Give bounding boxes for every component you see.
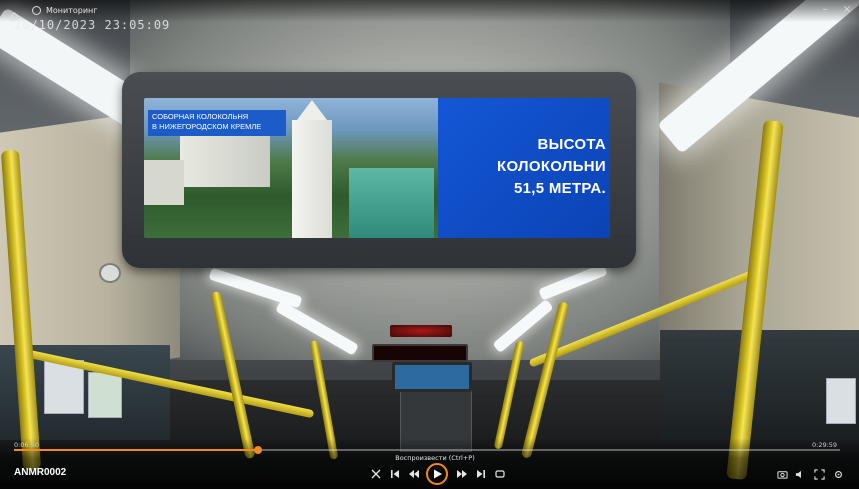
ad-banner-line: Соборная колокольня xyxy=(152,112,249,121)
photo-building xyxy=(144,160,184,205)
window-title: Мониторинг xyxy=(46,6,98,15)
seek-bar[interactable] xyxy=(14,446,840,454)
photo-roof xyxy=(349,168,434,238)
play-button[interactable] xyxy=(426,463,448,485)
security-camera-icon xyxy=(99,263,121,283)
rewind-icon[interactable] xyxy=(407,467,421,481)
ad-banner: Соборная колокольня в Нижегородском крем… xyxy=(148,110,286,136)
photo-building xyxy=(180,132,270,187)
home-icon[interactable] xyxy=(10,6,19,21)
fullscreen-icon[interactable] xyxy=(813,468,825,480)
total-time: 0:29:59 xyxy=(812,441,838,449)
forward-icon[interactable] xyxy=(455,467,469,481)
ad-photo: Соборная колокольня в Нижегородском крем… xyxy=(144,98,438,238)
ad-text: ВЫСОТА КОЛОКОЛЬНИ 51,5 МЕТРА. xyxy=(497,134,606,200)
led-sign xyxy=(390,325,452,337)
front-info-screen xyxy=(392,362,472,392)
seek-bar-handle[interactable] xyxy=(253,446,262,454)
ad-banner-line: в Нижегородском кремле xyxy=(152,122,262,131)
app-logo-icon xyxy=(32,6,41,15)
video-frame[interactable]: Соборная колокольня в Нижегородском крем… xyxy=(0,0,859,489)
cut-icon[interactable] xyxy=(369,467,383,481)
ad-line: 51,5 МЕТРА. xyxy=(513,180,606,197)
ad-line: ВЫСОТА xyxy=(537,136,606,153)
ad-line: КОЛОКОЛЬНИ xyxy=(496,158,606,175)
volume-icon[interactable] xyxy=(794,468,806,480)
wall-poster xyxy=(88,372,122,418)
close-button[interactable]: × xyxy=(840,3,854,17)
loop-icon[interactable] xyxy=(493,467,507,481)
seek-bar-progress xyxy=(14,449,258,451)
osd-timestamp: 20/10/2023 23:05:09 xyxy=(14,18,171,32)
led-route-display xyxy=(372,344,468,362)
ad-text-panel: ВЫСОТА КОЛОКОЛЬНИ 51,5 МЕТРА. xyxy=(438,98,610,238)
next-frame-icon[interactable] xyxy=(474,467,488,481)
play-icon xyxy=(434,469,442,479)
minimize-button[interactable]: – xyxy=(818,3,832,17)
play-tooltip: Воспроизвести (Ctrl+P) xyxy=(395,454,475,462)
prev-frame-icon[interactable] xyxy=(388,467,402,481)
current-time: 0:06:50 xyxy=(14,441,40,449)
settings-icon[interactable] xyxy=(832,468,844,480)
device-name: ANMR0002 xyxy=(14,467,67,478)
wall-poster xyxy=(826,378,856,424)
photo-bell-tower xyxy=(292,120,332,238)
ceiling-monitor-screen: Соборная колокольня в Нижегородском крем… xyxy=(144,98,610,238)
snapshot-icon[interactable] xyxy=(776,468,788,480)
